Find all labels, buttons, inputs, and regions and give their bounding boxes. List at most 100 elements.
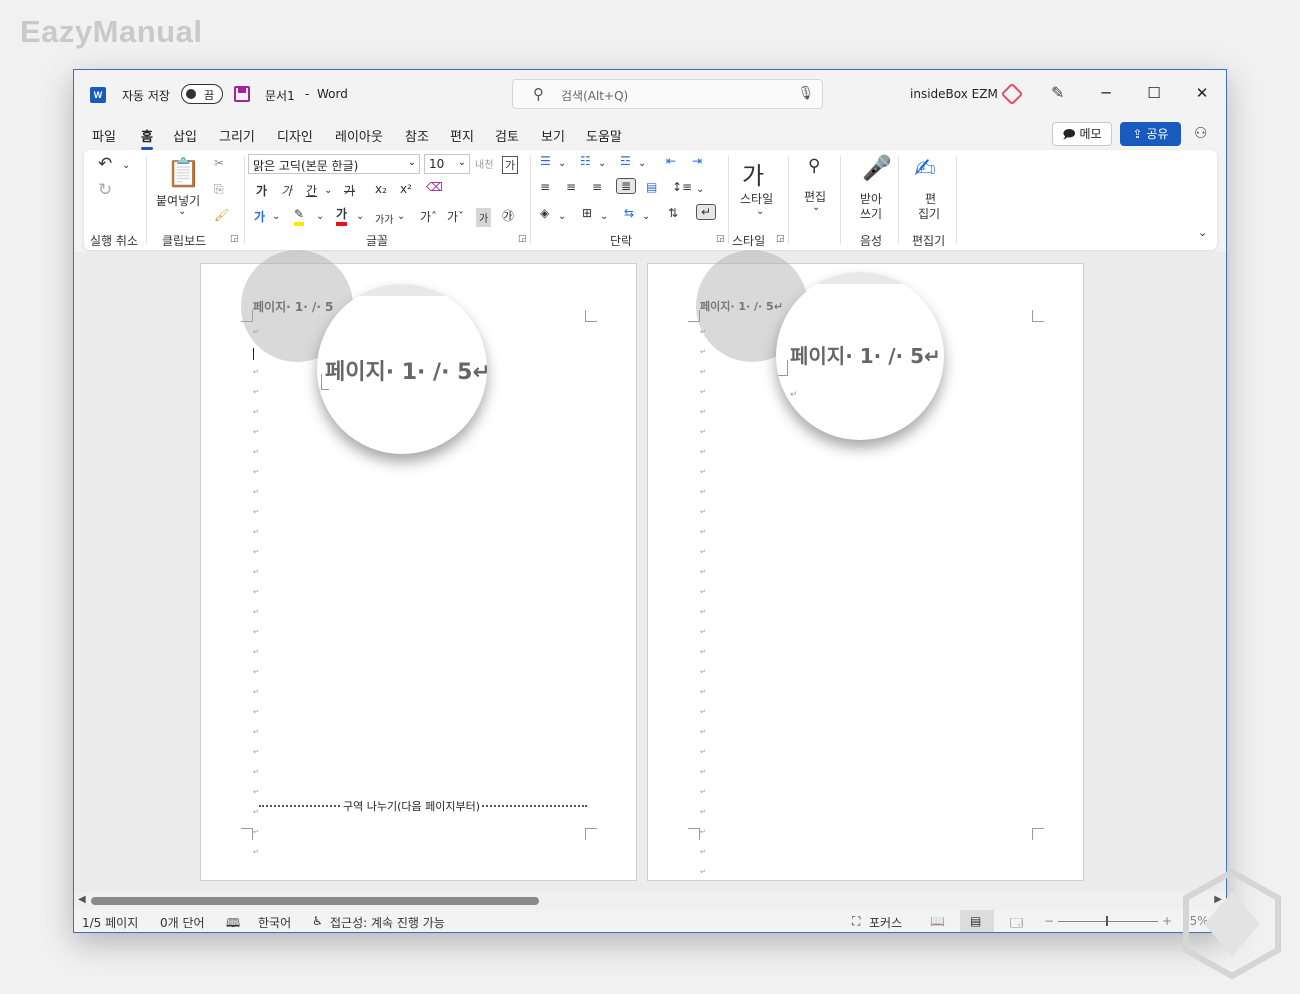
tab-view[interactable]: 보기 <box>541 126 565 145</box>
shading-icon[interactable]: ◈ <box>540 206 549 220</box>
tab-layout[interactable]: 레이아웃 <box>335 126 383 145</box>
tab-help[interactable]: 도움말 <box>586 126 622 145</box>
multilevel-list-icon[interactable]: ☲ <box>620 154 631 168</box>
increase-indent-icon[interactable]: ⇥ <box>692 154 702 168</box>
tab-insert[interactable]: 삽입 <box>173 126 197 145</box>
tab-file[interactable]: 파일 <box>92 126 116 145</box>
search-box[interactable]: ⚲ 검색(Alt+Q) 🎙 <box>512 79 823 109</box>
line-spacing-icon[interactable]: ↕≡ <box>672 180 692 194</box>
zoom-slider[interactable] <box>1058 921 1158 922</box>
save-icon[interactable] <box>234 86 250 102</box>
grow-font-button[interactable]: 가ˆ <box>420 208 437 225</box>
font-launcher-icon[interactable]: ◲ <box>518 234 527 244</box>
proofing-book-icon[interactable]: 🕮 <box>226 914 240 932</box>
justify-icon[interactable]: ≣ <box>616 178 637 194</box>
redo-icon[interactable]: ↻ <box>98 180 112 200</box>
page-count[interactable]: 1/5 페이지 <box>82 914 138 931</box>
undo-dropdown-icon[interactable]: ⌄ <box>122 160 130 171</box>
chevron-down-icon[interactable]: ⌄ <box>397 211 405 222</box>
styles-button-label[interactable]: 스타일 <box>740 190 773 207</box>
styles-launcher-icon[interactable]: ◲ <box>776 234 785 244</box>
editor-pen-icon[interactable]: ✍ <box>914 154 936 184</box>
character-shading-button[interactable]: 가 <box>476 208 492 227</box>
chevron-down-icon[interactable]: ⌄ <box>600 211 608 222</box>
font-color-button[interactable]: 가 <box>336 206 348 226</box>
tab-references[interactable]: 참조 <box>405 126 429 145</box>
clear-formatting-icon[interactable]: ⌫ <box>426 180 443 194</box>
language-indicator[interactable]: 한국어 <box>258 914 291 931</box>
phonetic-guide-button[interactable]: 내천 <box>475 156 493 171</box>
page-1[interactable]: 페이지· 1· /· 5 ↵ ↵ ↵ ↵ ↵ ↵ ↵ ↵ ↵ ↵ ↵ ↵ ↵ ↵ ↵ ↵ ↵ ↵ ↵ ↵ ↵ ↵ ↵ ↵ ↵ ↵ … <box>200 250 637 881</box>
tab-draw[interactable]: 그리기 <box>219 126 255 145</box>
strikethrough-button[interactable]: 가 <box>344 182 355 199</box>
scrollbar-thumb[interactable] <box>91 897 539 905</box>
chevron-down-icon[interactable]: ⌄ <box>638 158 646 169</box>
chevron-down-icon[interactable]: ⌄ <box>356 211 364 222</box>
collapse-ribbon-icon[interactable]: ⌄ <box>1198 226 1207 239</box>
undo-icon[interactable]: ↶ <box>98 154 112 174</box>
borders-icon[interactable]: ⊞ <box>582 206 592 220</box>
decrease-indent-icon[interactable]: ⇤ <box>666 154 676 168</box>
character-border-button[interactable]: 가 <box>502 156 519 174</box>
chevron-down-icon[interactable]: ⌄ <box>696 184 704 195</box>
chevron-down-icon[interactable]: ⌄ <box>558 158 566 169</box>
read-mode-icon[interactable]: 📖 <box>930 914 945 928</box>
zoom-in-button[interactable]: + <box>1162 914 1172 928</box>
italic-button[interactable]: 가 <box>281 182 292 199</box>
zoom-out-button[interactable]: − <box>1044 914 1054 928</box>
focus-icon[interactable]: ⛶ <box>852 914 860 929</box>
font-size-select[interactable]: 10 ⌄ <box>424 154 470 174</box>
dictate-label-2[interactable]: 쓰기 <box>860 205 882 222</box>
page-2[interactable]: 페이지· 1· /· 5↵ ↵ ↵ ↵ ↵ ↵ ↵ ↵ ↵ ↵ ↵ ↵ ↵ ↵ ↵ ↵ ↵ ↵ ↵ ↵ ↵ ↵ ↵ ↵ ↵ ↵ ↵… <box>647 250 1084 881</box>
align-left-icon[interactable]: ≡ <box>540 180 550 194</box>
bold-button[interactable]: 가 <box>256 182 267 199</box>
chevron-down-icon[interactable]: ⌄ <box>558 211 566 222</box>
chevron-down-icon[interactable]: ⌄ <box>812 202 820 213</box>
chevron-down-icon[interactable]: ⌄ <box>316 211 324 222</box>
print-layout-icon[interactable]: ▤ <box>970 914 981 928</box>
font-name-select[interactable]: 맑은 고딕(본문 한글) ⌄ <box>248 154 420 174</box>
numbering-icon[interactable]: ☷ <box>580 154 591 168</box>
show-marks-icon[interactable]: ↵ <box>696 204 717 220</box>
editor-label-2[interactable]: 집기 <box>918 205 940 222</box>
accessibility-icon[interactable]: ♿ <box>312 914 323 928</box>
chevron-down-icon[interactable]: ⌄ <box>642 211 650 222</box>
subscript-button[interactable]: x₂ <box>375 182 387 196</box>
web-layout-icon[interactable]: 🗔 <box>1010 914 1023 932</box>
text-effects-icon[interactable]: 가 <box>254 208 265 225</box>
underline-dropdown-icon[interactable]: ⌄ <box>324 185 332 196</box>
distributed-icon[interactable]: ▤ <box>646 180 657 194</box>
word-count[interactable]: 0개 단어 <box>160 914 205 931</box>
asian-layout-icon[interactable]: ⇆ <box>624 206 634 220</box>
format-painter-icon[interactable]: 🖌 <box>214 208 229 222</box>
styles-icon[interactable]: 가 <box>742 156 764 191</box>
autosave-toggle[interactable]: 끔 <box>181 84 223 104</box>
enclose-characters-button[interactable]: ㉮ <box>502 207 514 224</box>
scroll-left-icon[interactable]: ◀ <box>78 894 86 905</box>
align-center-icon[interactable]: ≡ <box>566 180 576 194</box>
close-button[interactable]: ✕ <box>1189 81 1215 105</box>
chevron-down-icon[interactable]: ⌄ <box>756 206 764 217</box>
align-right-icon[interactable]: ≡ <box>592 180 602 194</box>
highlight-icon[interactable]: ✎ <box>294 206 305 226</box>
cut-icon[interactable]: ✂ <box>214 156 224 170</box>
coauthor-icon[interactable]: ⚇ <box>1194 124 1207 142</box>
copy-icon[interactable]: ⎘ <box>214 182 224 197</box>
tab-home[interactable]: 홈 <box>141 126 153 150</box>
paragraph-launcher-icon[interactable]: ◲ <box>716 234 725 244</box>
chevron-down-icon[interactable]: ⌄ <box>272 211 280 222</box>
tab-mailings[interactable]: 편지 <box>450 126 474 145</box>
paste-icon[interactable]: 📋 <box>166 156 201 189</box>
chevron-down-icon[interactable]: ⌄ <box>598 158 606 169</box>
horizontal-scrollbar[interactable]: ◀ ▶ <box>74 892 1226 910</box>
share-button[interactable]: ⇪ 공유 <box>1120 122 1181 146</box>
underline-button[interactable]: 간 <box>306 182 317 199</box>
comments-button[interactable]: 🗩 메모 <box>1052 122 1112 146</box>
user-name[interactable]: insideBox EZM <box>910 87 998 101</box>
accessibility-status[interactable]: 접근성: 계속 진행 가능 <box>330 914 445 931</box>
zoom-slider-knob[interactable] <box>1106 916 1108 926</box>
sort-icon[interactable]: ⇅ <box>668 206 678 220</box>
minimize-button[interactable]: ─ <box>1093 81 1119 105</box>
tab-design[interactable]: 디자인 <box>277 126 313 145</box>
superscript-button[interactable]: x² <box>400 182 412 196</box>
